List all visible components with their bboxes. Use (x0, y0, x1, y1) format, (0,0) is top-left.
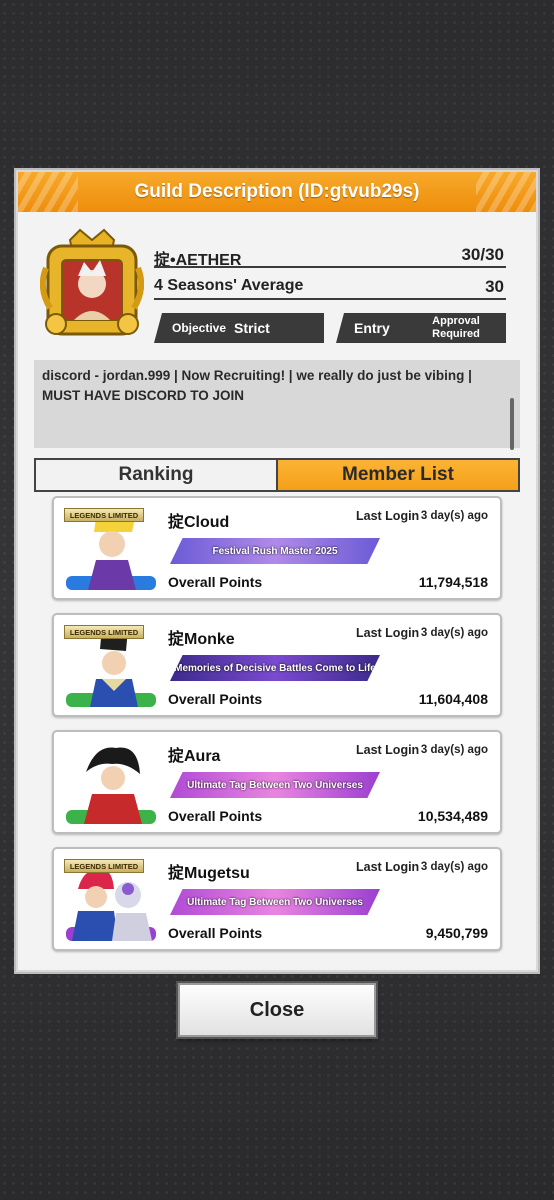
overall-points-label: Overall Points (168, 808, 263, 824)
member-card[interactable]: LEGENDS LIMITED 掟Monke Last Login 3 day(… (52, 613, 502, 717)
guild-emblem-icon (39, 228, 145, 340)
last-login-value: 3 day(s) ago (420, 510, 488, 522)
objective-value: Strict (234, 320, 270, 336)
dialog-title: Guild Description (ID:gtvub29s) (18, 172, 536, 212)
member-list[interactable]: LEGENDS LIMITED 掟Cloud Last Login 3 day(… (34, 496, 520, 962)
last-login-value: 3 day(s) ago (420, 744, 488, 756)
member-list-scrollbar[interactable] (510, 398, 514, 450)
guild-description-text: discord - jordan.999 | Now Recruiting! |… (34, 360, 520, 448)
legends-limited-badge: LEGENDS LIMITED (64, 508, 144, 522)
member-name: 掟Mugetsu (168, 865, 250, 882)
last-login-value: 3 day(s) ago (420, 861, 488, 873)
tab-ranking[interactable]: Ranking (34, 458, 278, 492)
overall-points-label: Overall Points (168, 691, 263, 707)
objective-tag: Objective Strict (154, 313, 324, 343)
seasons-average-value: 30 (485, 277, 504, 296)
member-title-banner: Ultimate Tag Between Two Universes (170, 772, 380, 798)
member-title-banner: Memories of Decisive Battles Come to Lif… (170, 655, 380, 681)
guild-info: 掟•AETHER 30/30 4 Seasons' Average 30 Obj… (39, 228, 518, 346)
member-title-banner: Festival Rush Master 2025 (170, 538, 380, 564)
last-login-value: 3 day(s) ago (420, 627, 488, 639)
last-login-label: Last Login (356, 860, 420, 874)
member-name: 掟Monke (168, 631, 235, 648)
member-name: 掟Cloud (168, 514, 230, 531)
member-card[interactable]: LEGENDS LIMITED 掟Cloud Last Login 3 day(… (52, 496, 502, 600)
guild-description-dialog: Guild Description (ID:gtvub29s) 掟•AETHER… (16, 170, 538, 972)
member-card[interactable]: LEGENDS LIMITED 掟Mugetsu Last Login 3 da… (52, 847, 502, 951)
overall-points-label: Overall Points (168, 574, 263, 590)
close-button[interactable]: Close (178, 983, 376, 1037)
last-login-label: Last Login (356, 509, 420, 523)
guild-member-count: 30/30 (461, 245, 504, 264)
objective-label: Objective (172, 321, 227, 335)
member-avatar (66, 742, 156, 824)
seasons-average-label: 4 Seasons' Average (154, 277, 304, 294)
overall-points-value: 10,534,489 (417, 808, 488, 824)
divider (154, 266, 506, 268)
overall-points-value: 9,450,799 (425, 925, 488, 941)
member-title-banner: Ultimate Tag Between Two Universes (170, 889, 380, 915)
divider (154, 298, 506, 300)
legends-limited-badge: LEGENDS LIMITED (64, 859, 144, 873)
tab-member-list[interactable]: Member List (278, 458, 520, 492)
overall-points-value: 11,604,408 (418, 691, 488, 707)
entry-label: Entry (354, 320, 390, 336)
member-card[interactable]: 掟Aura Last Login 3 day(s) ago Ultimate T… (52, 730, 502, 834)
entry-tag: Entry Approval Required (336, 313, 506, 343)
entry-value: Approval Required (432, 315, 480, 340)
overall-points-value: 11,794,518 (418, 574, 488, 590)
tab-bar: Ranking Member List (34, 458, 520, 492)
overall-points-label: Overall Points (168, 925, 263, 941)
member-name: 掟Aura (168, 748, 221, 765)
last-login-label: Last Login (356, 743, 420, 757)
last-login-label: Last Login (356, 626, 420, 640)
legends-limited-badge: LEGENDS LIMITED (64, 625, 144, 639)
